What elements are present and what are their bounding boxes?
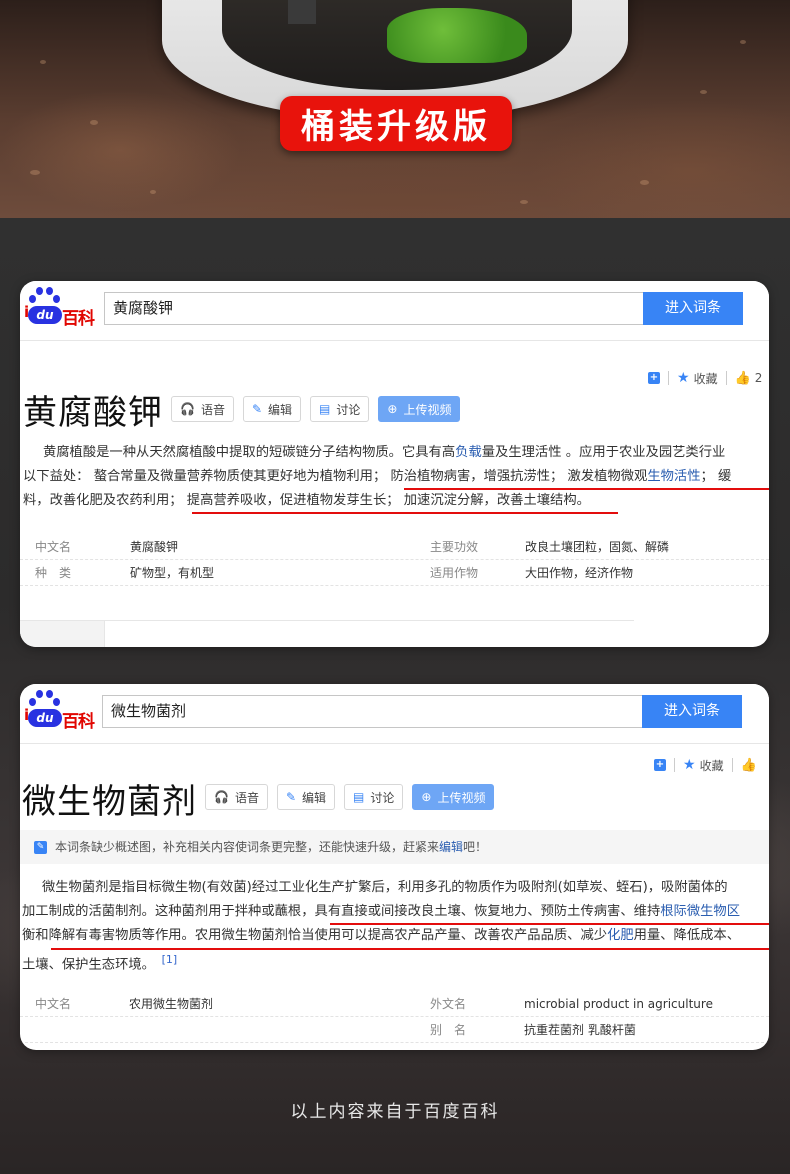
headphones-icon: 🎧 <box>180 402 195 416</box>
entry-tools: + ★ 收藏 👍 <box>654 756 761 774</box>
source-caption: 以上内容来自于百度百科 <box>290 1102 500 1122</box>
like-button[interactable]: 👍 2 <box>735 371 763 386</box>
link-huafei[interactable]: 化肥 <box>607 928 634 943</box>
pencil-icon: ✎ <box>285 790 297 804</box>
highlight-underline <box>51 948 769 950</box>
collect-button[interactable]: ★ 收藏 <box>683 757 724 774</box>
upgrade-banner: 桶装升级版 <box>280 96 512 151</box>
baidu-baike-logo[interactable]: du i 百科 <box>24 690 96 732</box>
edit-note-icon: ✎ <box>34 840 47 854</box>
highlight-underline <box>404 488 769 490</box>
edit-button[interactable]: ✎ 编辑 <box>242 396 302 422</box>
chat-icon: ▤ <box>353 790 365 804</box>
link-genji-weishengwu[interactable]: 根际微生物区 <box>660 904 740 919</box>
thumbs-up-icon: 👍 <box>734 370 751 386</box>
baike-card-huangfusuanjia: du i 百科 黄腐酸钾 进入词条 + ★ 收藏 👍 2 黄腐酸钾 🎧 语音 ✎ 编… <box>20 281 769 647</box>
search-bar: du i 百科 微生物菌剂 进入词条 <box>20 684 769 744</box>
info-row: 中文名 黄腐酸钾 主要功效 改良土壤团粒，固氮、解磷 <box>20 534 769 560</box>
pencil-icon: ✎ <box>251 402 263 416</box>
info-row: 中文名 农用微生物菌剂 外文名 microbial product in agr… <box>20 991 769 1017</box>
search-input[interactable]: 黄腐酸钾 <box>104 292 644 325</box>
missing-image-notice: ✎ 本词条缺少概述图，补充相关内容使词条更完整，还能快速升级，赶紧来编辑吧！ <box>20 830 769 864</box>
page-title: 微生物菌剂 <box>22 782 197 822</box>
basic-info-table: 中文名 农用微生物菌剂 外文名 microbial product in agr… <box>20 991 769 1043</box>
hero-photo: 桶装升级版 <box>0 0 790 218</box>
search-bar: du i 百科 黄腐酸钾 进入词条 <box>20 281 769 341</box>
reference-link[interactable]: [1] <box>162 953 178 966</box>
title-actions: 🎧 语音 ✎ 编辑 ▤ 讨论 ⊕ 上传视频 <box>205 784 495 810</box>
add-icon[interactable]: + <box>654 759 666 771</box>
entry-tools: + ★ 收藏 👍 2 <box>648 369 762 387</box>
enter-entry-button[interactable]: 进入词条 <box>643 292 743 325</box>
collect-button[interactable]: ★ 收藏 <box>677 370 718 387</box>
star-icon: ★ <box>677 370 690 386</box>
plus-circle-icon: ⊕ <box>387 402 398 416</box>
highlight-underline <box>192 512 618 514</box>
plus-circle-icon: ⊕ <box>421 790 432 804</box>
baidu-baike-logo[interactable]: du i 百科 <box>24 287 96 329</box>
voice-button[interactable]: 🎧 语音 <box>171 396 234 422</box>
highlight-underline <box>330 923 769 925</box>
basic-info-table: 中文名 黄腐酸钾 主要功效 改良土壤团粒，固氮、解磷 种 类 矿物型，有机型 适… <box>20 534 769 586</box>
summary-paragraph: 黄腐植酸是一种从天然腐植酸中提取的短碳链分子结构物质。它具有高负载量及生理活性 … <box>23 445 732 508</box>
enter-entry-button[interactable]: 进入词条 <box>642 695 742 728</box>
thumbs-up-icon[interactable]: 👍 <box>741 758 757 773</box>
info-row: 别 名 抗重茬菌剂 乳酸杆菌 <box>20 1017 769 1043</box>
page-title: 黄腐酸钾 <box>23 393 163 433</box>
headphones-icon: 🎧 <box>214 790 229 804</box>
link-shengwuhuoxing[interactable]: 生物活性 <box>647 469 700 484</box>
star-icon: ★ <box>683 757 696 773</box>
notice-edit-link[interactable]: 编辑 <box>439 840 463 854</box>
catalog-tab <box>20 620 105 647</box>
edit-button[interactable]: ✎ 编辑 <box>276 784 336 810</box>
search-input[interactable]: 微生物菌剂 <box>102 695 642 728</box>
discuss-button[interactable]: ▤ 讨论 <box>310 396 370 422</box>
discuss-button[interactable]: ▤ 讨论 <box>344 784 404 810</box>
upload-video-button[interactable]: ⊕ 上传视频 <box>412 784 495 810</box>
chat-icon: ▤ <box>319 402 331 416</box>
link-fuzai[interactable]: 负载 <box>455 445 482 460</box>
voice-button[interactable]: 🎧 语音 <box>205 784 268 810</box>
add-icon[interactable]: + <box>648 372 660 384</box>
upload-video-button[interactable]: ⊕ 上传视频 <box>378 396 461 422</box>
divider <box>20 620 634 621</box>
title-actions: 🎧 语音 ✎ 编辑 ▤ 讨论 ⊕ 上传视频 <box>171 396 461 422</box>
info-row: 种 类 矿物型，有机型 适用作物 大田作物，经济作物 <box>20 560 769 586</box>
baike-card-weishengwujunji: du i 百科 微生物菌剂 进入词条 + ★ 收藏 👍 微生物菌剂 🎧 语音 ✎ 编… <box>20 684 769 1050</box>
